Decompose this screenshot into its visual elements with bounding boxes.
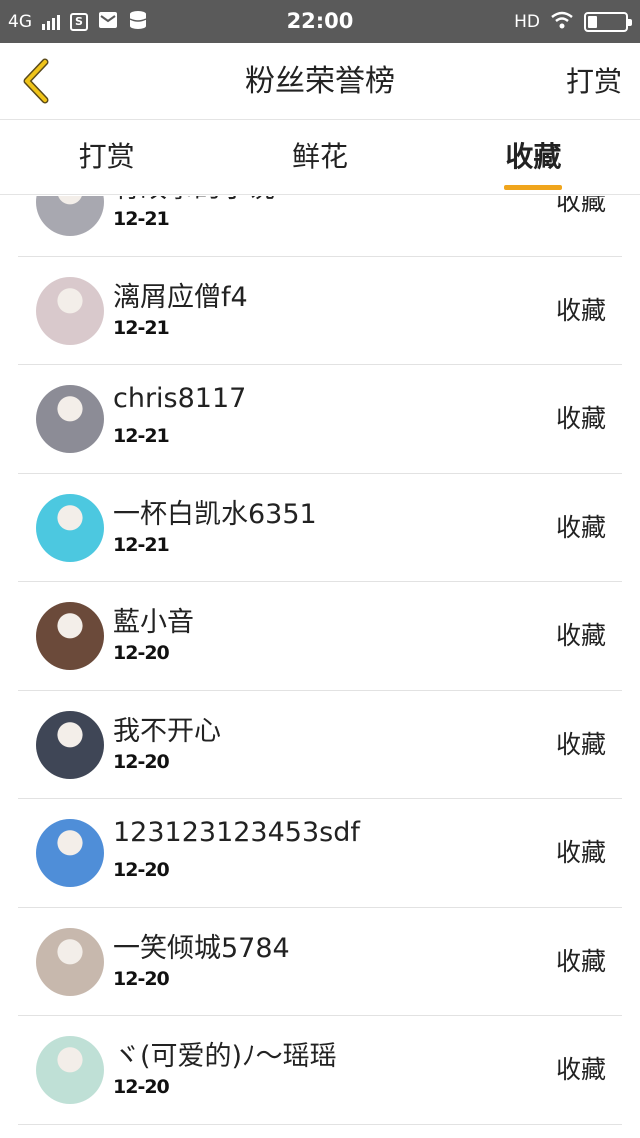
action-label: 收藏 [555, 1055, 606, 1084]
fan-date: 12-20 [113, 1076, 170, 1098]
fan-date: 12-20 [113, 859, 170, 881]
hd-label: HD [514, 11, 540, 32]
action-label: 收藏 [555, 295, 606, 325]
fan-date: 12-20 [113, 750, 170, 773]
action-label: 收藏 [555, 621, 606, 650]
list-item[interactable]: ヾ(可爱的)ﾉ〜瑶瑶 12-20 收藏 [18, 1016, 622, 1125]
avatar [36, 493, 104, 562]
fan-list-content: 有故事的小说 12-21 收藏 漓屑应僧f4 12-21 收藏 chris811… [0, 196, 640, 1125]
list-item[interactable]: 有故事的小说 12-21 收藏 [18, 196, 622, 257]
fan-name: 一笑倾城5784 [113, 932, 290, 964]
fan-date: 12-21 [113, 425, 170, 447]
list-item[interactable]: 我不开心 12-20 收藏 [18, 691, 622, 799]
action-label: 收藏 [555, 404, 606, 433]
wifi-icon [550, 11, 574, 33]
tab-label: 鲜花 [291, 140, 348, 173]
battery-icon [584, 11, 632, 32]
list-item[interactable]: 一笑倾城5784 12-20 收藏 [18, 908, 622, 1016]
tab-flowers[interactable]: 鲜花 [213, 121, 426, 194]
fan-name: ヾ(可爱的)ﾉ〜瑶瑶 [113, 1041, 337, 1072]
fan-name: 藍小音 [113, 607, 194, 638]
fan-name: 有故事的小说 [113, 196, 275, 205]
tab-label: 收藏 [505, 140, 562, 173]
fan-name: 我不开心 [113, 715, 221, 747]
tab-tip[interactable]: 打赏 [0, 121, 213, 194]
action-label: 收藏 [555, 512, 606, 542]
avatar [36, 819, 104, 887]
avatar [36, 1036, 104, 1104]
fan-date: 12-20 [113, 642, 170, 664]
active-tab-indicator [504, 185, 563, 190]
tip-button[interactable]: 打赏 [566, 43, 622, 120]
action-label: 收藏 [555, 196, 606, 216]
fan-date: 12-21 [113, 533, 170, 556]
avatar [36, 196, 104, 236]
action-label: 收藏 [555, 838, 606, 867]
list-item[interactable]: 123123123453sdf 12-20 收藏 [18, 799, 622, 908]
fan-date: 12-21 [113, 208, 170, 230]
avatar [36, 385, 104, 453]
list-item[interactable]: chris8117 12-21 收藏 [18, 365, 622, 474]
status-right: HD [514, 0, 632, 43]
tab-bar: 打赏 鲜花 收藏 [0, 121, 640, 195]
top-app-bar: 粉丝荣誉榜 打赏 [0, 43, 640, 120]
tab-favorites[interactable]: 收藏 [427, 121, 640, 194]
list-item[interactable]: 漓屑应僧f4 12-21 收藏 [18, 257, 622, 365]
status-bar: 4G S 22:00 HD [0, 0, 640, 43]
list-item[interactable]: 藍小音 12-20 收藏 [18, 582, 622, 691]
fan-date: 12-21 [113, 316, 170, 339]
avatar [36, 927, 104, 996]
list-item[interactable]: 一杯白凯水6351 12-21 收藏 [18, 474, 622, 582]
action-label: 收藏 [555, 729, 606, 759]
tab-label: 打赏 [78, 140, 135, 173]
fan-name: 一杯白凯水6351 [113, 498, 317, 530]
fan-name: chris8117 [113, 383, 247, 414]
avatar [36, 710, 104, 779]
page-title: 粉丝荣誉榜 [245, 64, 395, 99]
fan-name: 漓屑应僧f4 [113, 281, 248, 313]
avatar [36, 276, 104, 345]
action-label: 收藏 [555, 946, 606, 976]
fan-name: 123123123453sdf [113, 817, 360, 848]
fan-date: 12-20 [113, 967, 170, 990]
avatar [36, 602, 104, 670]
fan-list[interactable]: 有故事的小说 12-21 收藏 漓屑应僧f4 12-21 收藏 chris811… [0, 196, 640, 1138]
